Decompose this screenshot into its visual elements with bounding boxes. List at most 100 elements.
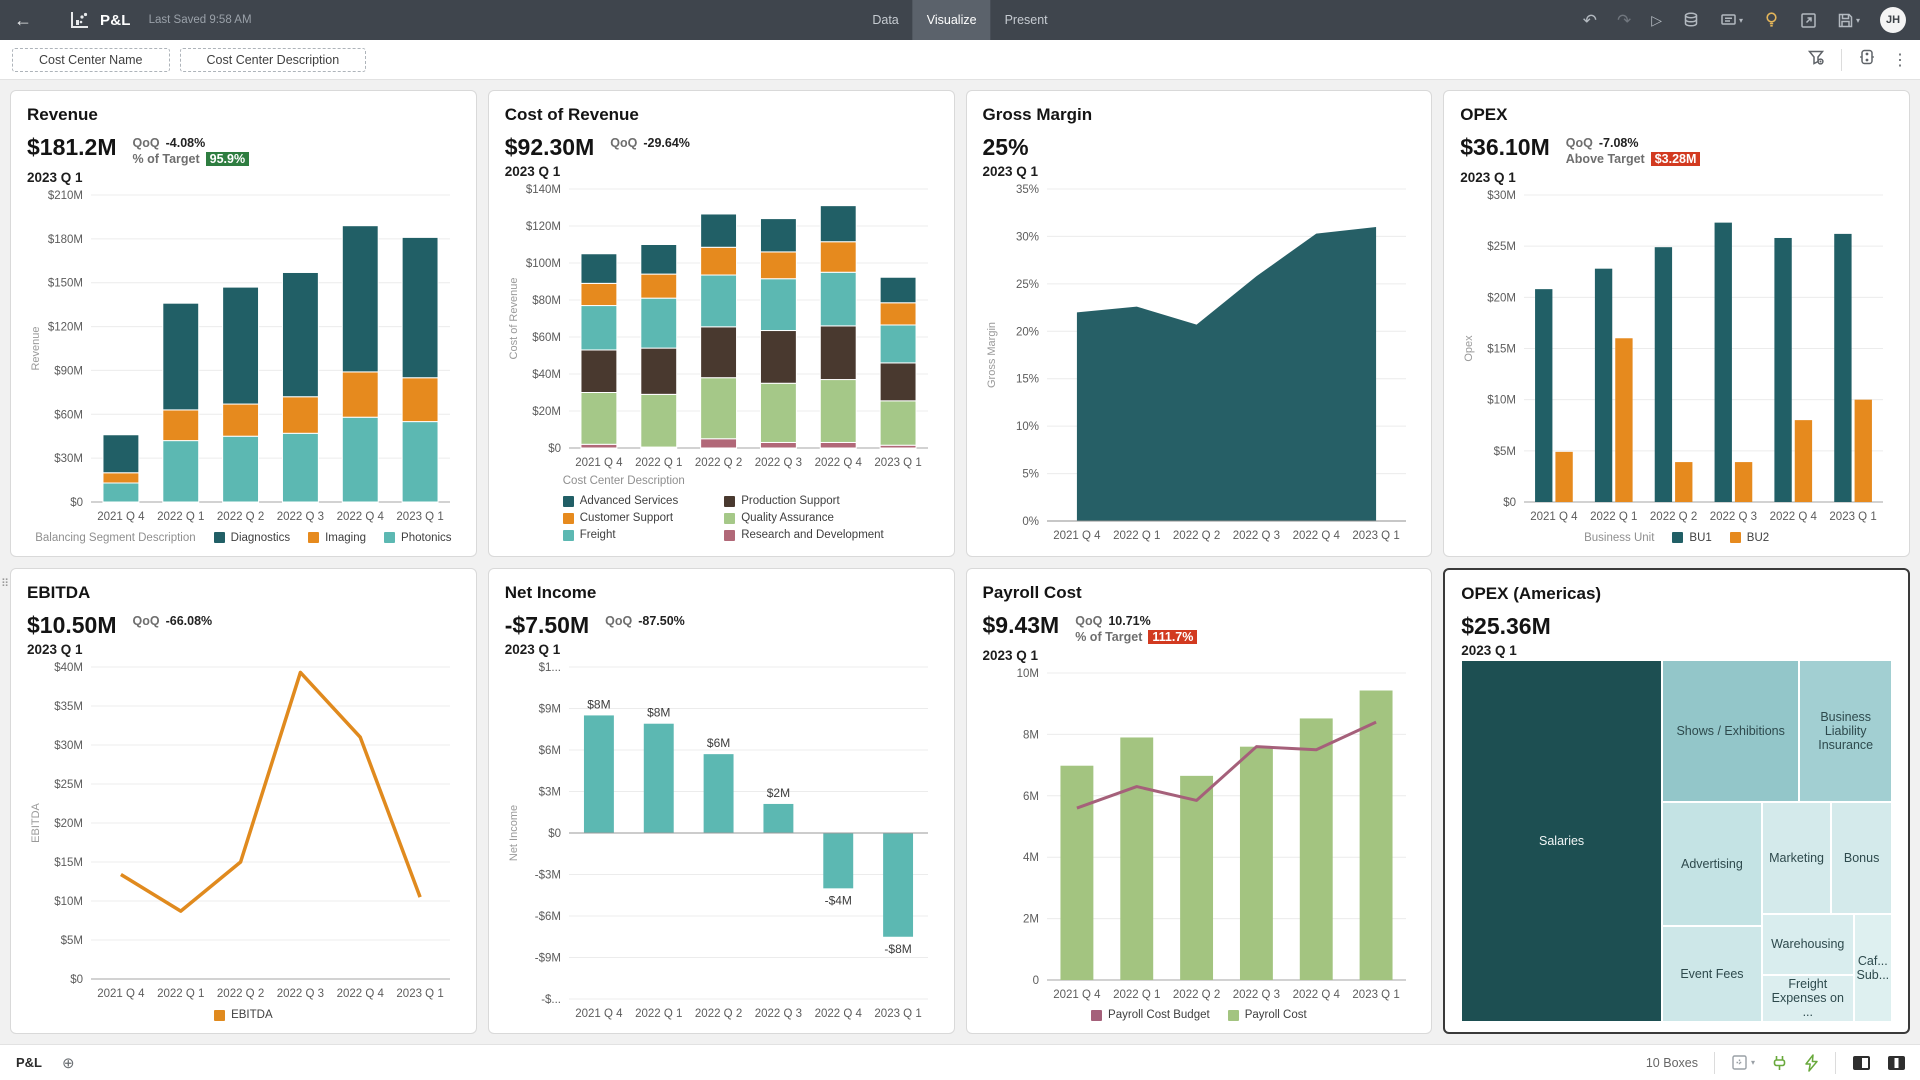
legend-item[interactable]: EBITDA bbox=[214, 1009, 273, 1021]
svg-text:-$6M: -$6M bbox=[535, 911, 561, 923]
filter-chip-cost-center-name[interactable]: Cost Center Name bbox=[12, 48, 170, 72]
card-title: Revenue bbox=[27, 105, 460, 125]
cost-of-revenue-chart[interactable]: $0$20M$40M$60M$80M$100M$120M$140M2021 Q … bbox=[505, 181, 938, 472]
back-icon[interactable]: ← bbox=[14, 10, 48, 31]
chart-svg[interactable]: $0$5M$10M$15M$20M$25M$30M2021 Q 42022 Q … bbox=[1460, 187, 1893, 526]
svg-text:$30M: $30M bbox=[54, 453, 83, 465]
legend-item[interactable]: Photonics bbox=[384, 532, 452, 544]
limit-values-icon[interactable] bbox=[1858, 48, 1876, 71]
legend-item[interactable]: BU2 bbox=[1730, 532, 1769, 544]
kpi-side: QoQ-29.64% bbox=[610, 135, 690, 150]
tab-present[interactable]: Present bbox=[991, 0, 1062, 40]
legend-item[interactable]: Research and Development bbox=[724, 529, 884, 541]
redo-icon: ↷ bbox=[1617, 12, 1631, 29]
treemap-node[interactable]: Caf... Sub... bbox=[1854, 914, 1892, 1022]
payroll-cost-legend: Payroll Cost Budget Payroll Cost bbox=[983, 1003, 1416, 1023]
tab-visualize[interactable]: Visualize bbox=[913, 0, 991, 40]
treemap-node[interactable]: Business Liability Insurance bbox=[1799, 660, 1892, 802]
undo-icon[interactable]: ↶ bbox=[1583, 12, 1597, 29]
chart-svg[interactable]: $0$5M$10M$15M$20M$25M$30M$35M$40M2021 Q … bbox=[27, 659, 460, 1003]
treemap-node[interactable]: Bonus bbox=[1831, 802, 1892, 915]
insights-lightbulb-icon[interactable] bbox=[1763, 11, 1780, 29]
net-income-chart[interactable]: $1...$9M$6M$3M$0-$3M-$6M-$9M-$...2021 Q … bbox=[505, 659, 938, 1023]
legend-item[interactable]: Payroll Cost bbox=[1228, 1009, 1307, 1021]
treemap-node[interactable]: Shows / Exhibitions bbox=[1662, 660, 1799, 802]
legend-item[interactable]: Imaging bbox=[308, 532, 366, 544]
opex-chart[interactable]: $0$5M$10M$15M$20M$25M$30M2021 Q 42022 Q … bbox=[1460, 187, 1893, 526]
card-gross-margin[interactable]: Gross Margin 25% 2023 Q 1 0%5%10%15%20%2… bbox=[966, 90, 1433, 557]
dashboard-canvas: ⠿ Revenue $181.2M QoQ-4.08%% of Target95… bbox=[0, 80, 1920, 1044]
svg-text:2023 Q 1: 2023 Q 1 bbox=[396, 988, 443, 1000]
run-icon[interactable]: ▷ bbox=[1651, 13, 1662, 27]
legend-swatch-icon bbox=[1228, 1010, 1239, 1021]
card-opex-americas[interactable]: OPEX (Americas) $25.36M 2023 Q 1 Salarie… bbox=[1443, 568, 1910, 1035]
card-payroll-cost[interactable]: Payroll Cost $9.43M QoQ10.71%% of Target… bbox=[966, 568, 1433, 1035]
treemap-node[interactable]: Salaries bbox=[1461, 660, 1662, 1022]
legend-item[interactable]: Production Support bbox=[724, 495, 884, 507]
kpi-period: 2023 Q 1 bbox=[1461, 643, 1892, 658]
chart-svg[interactable]: 02M4M6M8M10M2021 Q 42022 Q 12022 Q 22022… bbox=[983, 665, 1416, 1004]
refresh-data-icon[interactable] bbox=[1682, 11, 1700, 29]
chart-svg[interactable]: $0$20M$40M$60M$80M$100M$120M$140M2021 Q … bbox=[505, 181, 938, 472]
card-net-income[interactable]: Net Income -$7.50M QoQ-87.50% 2023 Q 1 $… bbox=[488, 568, 955, 1035]
kpi-value: $9.43M bbox=[983, 613, 1060, 638]
chart-svg[interactable]: $1...$9M$6M$3M$0-$3M-$6M-$9M-$...2021 Q … bbox=[505, 659, 938, 1023]
svg-text:0%: 0% bbox=[1022, 516, 1039, 528]
save-icon[interactable]: ▾ bbox=[1837, 12, 1860, 29]
treemap-node[interactable]: Advertising bbox=[1662, 802, 1762, 927]
legend-item[interactable]: Payroll Cost Budget bbox=[1091, 1009, 1210, 1021]
tab-data[interactable]: Data bbox=[858, 0, 912, 40]
legend-item[interactable]: Advanced Services bbox=[563, 495, 678, 507]
more-menu-icon[interactable]: ⋮ bbox=[1892, 50, 1908, 70]
filter-chip-cost-center-description[interactable]: Cost Center Description bbox=[180, 48, 367, 72]
treemap-node[interactable]: Warehousing bbox=[1762, 914, 1854, 974]
legend-item[interactable]: Quality Assurance bbox=[724, 512, 884, 524]
treemap-node[interactable]: Marketing bbox=[1762, 802, 1831, 915]
comments-icon[interactable]: ▾ bbox=[1720, 12, 1743, 29]
legend-item[interactable]: Freight bbox=[563, 529, 678, 541]
svg-text:Revenue: Revenue bbox=[30, 326, 42, 370]
legend-swatch-icon bbox=[1091, 1010, 1102, 1021]
auto-apply-bolt-icon[interactable] bbox=[1804, 1054, 1819, 1072]
kpi-badge: 95.9% bbox=[206, 152, 249, 166]
canvas-tab-pnl[interactable]: P&L bbox=[14, 1055, 48, 1070]
add-canvas-icon[interactable]: ⊕ bbox=[62, 1054, 75, 1072]
svg-text:2022 Q 2: 2022 Q 2 bbox=[1172, 989, 1219, 1001]
card-cost-of-revenue[interactable]: Cost of Revenue $92.30M QoQ-29.64% 2023 … bbox=[488, 90, 955, 557]
svg-text:$0: $0 bbox=[70, 974, 83, 986]
svg-text:$40M: $40M bbox=[54, 662, 83, 674]
canvas-layout-icon[interactable]: ▾ bbox=[1731, 1054, 1755, 1071]
svg-text:$40M: $40M bbox=[532, 369, 561, 381]
treemap-node[interactable]: Event Fees bbox=[1662, 926, 1762, 1022]
gross-margin-chart[interactable]: 0%5%10%15%20%25%30%35%2021 Q 42022 Q 120… bbox=[983, 181, 1416, 545]
svg-text:$180M: $180M bbox=[48, 234, 83, 246]
card-revenue[interactable]: Revenue $181.2M QoQ-4.08%% of Target95.9… bbox=[10, 90, 477, 557]
panel-center-toggle-icon[interactable] bbox=[1887, 1055, 1906, 1071]
legend-item[interactable]: BU1 bbox=[1672, 532, 1711, 544]
svg-text:$5M: $5M bbox=[61, 935, 83, 947]
treemap-node[interactable]: Freight Expenses on ... bbox=[1762, 975, 1854, 1022]
kpi-period: 2023 Q 1 bbox=[505, 642, 938, 657]
revenue-chart[interactable]: $0$30M$60M$90M$120M$150M$180M$210M2021 Q… bbox=[27, 187, 460, 526]
data-plug-icon[interactable] bbox=[1771, 1054, 1788, 1072]
svg-text:$35M: $35M bbox=[54, 701, 83, 713]
kpi-value: $25.36M bbox=[1461, 614, 1551, 639]
kpi-side: QoQ-7.08%Above Target$3.28M bbox=[1566, 135, 1701, 166]
payroll-cost-chart[interactable]: 02M4M6M8M10M2021 Q 42022 Q 12022 Q 22022… bbox=[983, 665, 1416, 1004]
card-opex[interactable]: OPEX $36.10M QoQ-7.08%Above Target$3.28M… bbox=[1443, 90, 1910, 557]
open-in-new-window-icon[interactable] bbox=[1800, 12, 1817, 29]
card-ebitda[interactable]: EBITDA $10.50M QoQ-66.08% 2023 Q 1 $0$5M… bbox=[10, 568, 477, 1035]
kpi-delta-value: -66.08% bbox=[166, 614, 213, 628]
drag-handle-icon[interactable]: ⠿ bbox=[1, 577, 9, 590]
legend-swatch-icon bbox=[563, 513, 574, 524]
panel-right-toggle-icon[interactable] bbox=[1852, 1055, 1871, 1071]
chart-svg[interactable]: $0$30M$60M$90M$120M$150M$180M$210M2021 Q… bbox=[27, 187, 460, 526]
svg-text:2022 Q 3: 2022 Q 3 bbox=[1232, 530, 1279, 542]
legend-item[interactable]: Customer Support bbox=[563, 512, 678, 524]
legend-item[interactable]: Diagnostics bbox=[214, 532, 290, 544]
opex-americas-treemap[interactable]: SalariesShows / ExhibitionsBusiness Liab… bbox=[1461, 660, 1892, 1022]
chart-svg[interactable]: 0%5%10%15%20%25%30%35%2021 Q 42022 Q 120… bbox=[983, 181, 1416, 545]
user-avatar[interactable]: JH bbox=[1880, 7, 1906, 33]
filter-funnel-icon[interactable] bbox=[1807, 48, 1825, 71]
ebitda-chart[interactable]: $0$5M$10M$15M$20M$25M$30M$35M$40M2021 Q … bbox=[27, 659, 460, 1003]
